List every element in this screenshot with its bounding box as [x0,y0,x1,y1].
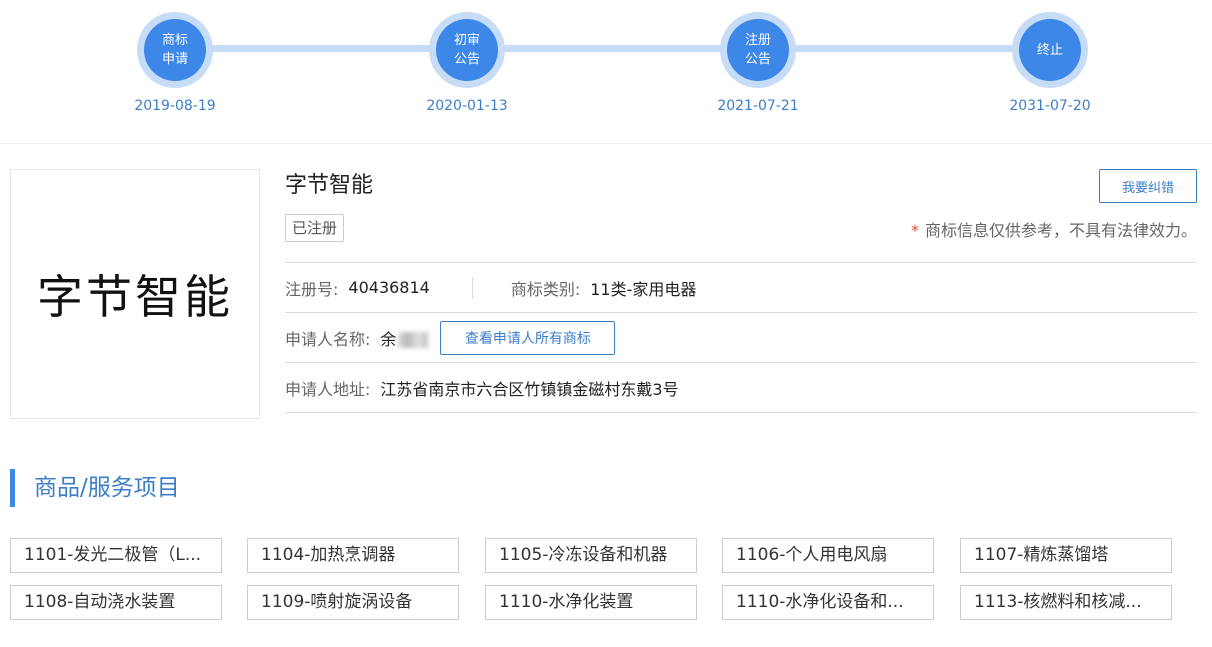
reg-no-value: 40436814 [348,278,430,297]
view-applicant-trademarks-button[interactable]: 查看申请人所有商标 [440,320,616,355]
reg-no-label: 注册号: [285,279,339,299]
timeline-step-label: 初审 公告 [436,19,498,81]
timeline-step-date: 2020-01-13 [426,98,508,114]
detail-row-applicant: 申请人名称: 余 查看申请人所有商标 [285,313,1197,363]
timeline-step-ring: 初审 公告 [429,12,505,88]
timeline-step-date: 2019-08-19 [134,98,216,114]
detail-row-address: 申请人地址: 江苏省南京市六合区竹镇镇金磁村东戴3号 [285,363,1197,413]
timeline-step-date: 2031-07-20 [1009,98,1091,114]
category-label: 商标类别: [510,279,581,299]
goods-item: 1101-发光二极管（L... [10,538,222,573]
goods-section-title: 商品/服务项目 [34,475,180,501]
goods-item: 1108-自动浇水装置 [10,585,222,620]
address-value: 江苏省南京市六合区竹镇镇金磁村东戴3号 [380,379,679,399]
timeline-step-application: 商标 申请 2019-08-19 [105,12,245,114]
required-star: * [910,221,919,240]
trademark-info: 字节智能 已注册 我要纠错 * 商标信息仅供参考，不具有法律效力。 注册号: 40… [285,169,1197,413]
category-value: 11类-家用电器 [590,279,697,299]
goods-item: 1106-个人用电风扇 [722,538,934,573]
report-error-button[interactable]: 我要纠错 [1099,169,1197,203]
goods-item: 1104-加热烹调器 [247,538,459,573]
timeline-step-ring: 商标 申请 [137,12,213,88]
trademark-logo-text: 字节智能 [37,270,233,324]
timeline-step-label: 注册 公告 [727,19,789,81]
timeline-step-preliminary: 初审 公告 2020-01-13 [397,12,537,114]
timeline-line [175,45,1050,52]
row-divider [471,276,473,299]
detail-row-registration: 注册号: 40436814 商标类别: 11类-家用电器 [285,263,1197,313]
timeline-step-label: 终止 [1019,19,1081,81]
goods-item: 1107-精炼蒸馏塔 [960,538,1172,573]
timeline-step-ring: 注册 公告 [720,12,796,88]
goods-item: 1109-喷射旋涡设备 [247,585,459,620]
address-label: 申请人地址: [285,379,371,399]
goods-item: 1113-核燃料和核减... [960,585,1172,620]
status-badge: 已注册 [285,214,345,242]
applicant-name-value: 余 [380,326,429,350]
goods-item: 1110-水净化装置 [485,585,697,620]
timeline-step-registration: 注册 公告 2021-07-21 [688,12,828,114]
disclaimer-text: 商标信息仅供参考，不具有法律效力。 [924,221,1197,240]
registration-timeline: 商标 申请 2019-08-19 初审 公告 2020-01-13 注册 公告 … [0,0,1212,144]
trademark-name: 字节智能 [285,173,374,198]
applicant-name-label: 申请人名称: [285,329,371,349]
blurred-name-mask [398,332,429,348]
section-accent-bar [10,469,15,507]
disclaimer: * 商标信息仅供参考，不具有法律效力。 [911,217,1197,241]
timeline-step-date: 2021-07-21 [717,98,799,114]
trademark-image: 字节智能 [10,169,260,419]
timeline-step-label: 商标 申请 [144,19,206,81]
detail-rows: 注册号: 40436814 商标类别: 11类-家用电器 申请人名称: 余 查看… [285,262,1197,413]
goods-item: 1110-水净化设备和... [722,585,934,620]
timeline-step-termination: 终止 2031-07-20 [980,12,1120,114]
applicant-name-text: 余 [380,329,397,349]
goods-item: 1105-冷冻设备和机器 [485,538,697,573]
timeline-step-ring: 终止 [1012,12,1088,88]
